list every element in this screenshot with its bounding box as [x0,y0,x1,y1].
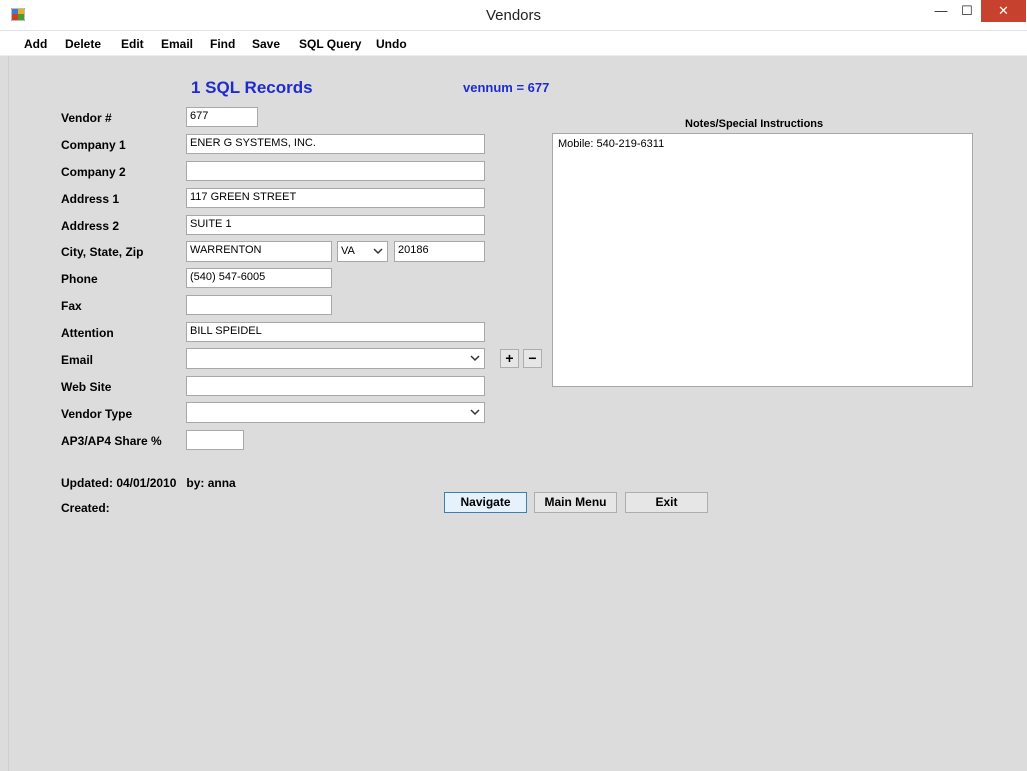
record-count: 1 SQL Records [191,78,313,97]
chevron-down-icon [373,248,383,255]
company2-field[interactable] [186,161,485,181]
main-menu-button[interactable]: Main Menu [534,492,617,513]
attention-label: Attention [61,326,114,340]
website-label: Web Site [61,380,112,394]
menu-add[interactable]: Add [24,37,47,51]
state-value: VA [341,245,355,257]
vendor-number-label: Vendor # [61,111,112,125]
share-label: AP3/AP4 Share % [61,434,162,448]
chevron-down-icon [470,355,480,362]
phone-label: Phone [61,272,98,286]
vennum-label: vennum = 677 [463,80,550,95]
email-select[interactable] [186,348,485,369]
maximize-button[interactable]: ☐ [952,0,982,22]
company1-field[interactable]: ENER G SYSTEMS, INC. [186,134,485,154]
notes-label: Notes/Special Instructions [685,118,824,130]
add-email-button[interactable]: + [500,349,519,368]
created-info: Created: [61,501,110,515]
fax-field[interactable] [186,295,332,315]
phone-field[interactable]: (540) 547-6005 [186,268,332,288]
menu-bar: Add Delete Edit Email Find Save SQL Quer… [0,31,1027,56]
fax-label: Fax [61,299,82,313]
address1-field[interactable]: 117 GREEN STREET [186,188,485,208]
remove-email-button[interactable]: − [523,349,542,368]
share-field[interactable] [186,430,244,450]
menu-sql-query[interactable]: SQL Query [299,37,361,51]
navigate-button[interactable]: Navigate [444,492,527,513]
vendor-type-select[interactable] [186,402,485,423]
menu-find[interactable]: Find [210,37,235,51]
notes-textarea[interactable]: Mobile: 540-219-6311 [552,133,973,387]
website-field[interactable] [186,376,485,396]
menu-save[interactable]: Save [252,37,280,51]
menu-edit[interactable]: Edit [121,37,144,51]
exit-button[interactable]: Exit [625,492,708,513]
close-button[interactable]: ✕ [981,0,1026,22]
menu-undo[interactable]: Undo [376,37,407,51]
attention-field[interactable]: BILL SPEIDEL [186,322,485,342]
company2-label: Company 2 [61,165,126,179]
title-bar: Vendors — ☐ ✕ [0,0,1027,31]
updated-info: Updated: 04/01/2010 by: anna [61,476,236,490]
vendor-type-label: Vendor Type [61,407,133,421]
address2-label: Address 2 [61,219,120,233]
window-title: Vendors [485,7,542,24]
address2-field[interactable]: SUITE 1 [186,215,485,235]
city-field[interactable]: WARRENTON [186,241,332,262]
company1-label: Company 1 [61,138,126,152]
email-label: Email [61,353,94,367]
vendor-number-field[interactable]: 677 [186,107,258,127]
zip-field[interactable]: 20186 [394,241,485,262]
chevron-down-icon [470,409,480,416]
city-state-zip-label: City, State, Zip [61,245,144,259]
address1-label: Address 1 [61,192,120,206]
state-select[interactable]: VA [337,241,388,262]
menu-delete[interactable]: Delete [65,37,101,51]
menu-email[interactable]: Email [161,37,193,51]
